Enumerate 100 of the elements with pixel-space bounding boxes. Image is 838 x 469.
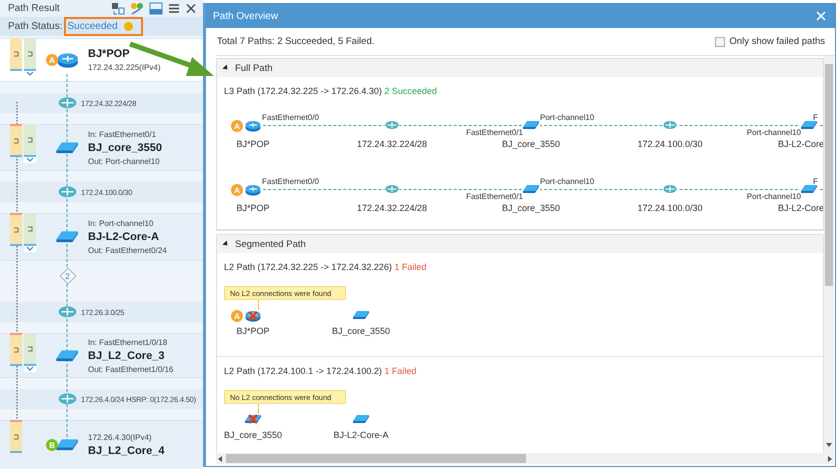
l2-tag-icon[interactable]	[24, 124, 36, 157]
interface-label: 172.24.32.225(IPv4)	[88, 63, 160, 72]
path-title: L3 Path (172.24.32.225 -> 172.26.4.30)	[224, 86, 383, 96]
switch-icon	[55, 230, 80, 244]
switch-icon	[55, 438, 80, 452]
node-badge: A	[231, 184, 243, 196]
chevron-down-icon[interactable]	[24, 366, 36, 372]
node-name: BJ_core_3550	[500, 139, 562, 149]
interface-label: Port-channel10	[540, 177, 594, 186]
interface-label: In: Port-channel10	[88, 219, 154, 228]
node-name: BJ*POP	[235, 203, 270, 213]
vertical-scrollbar[interactable]	[824, 56, 834, 453]
path-title: L2 Path (172.24.100.1 -> 172.24.100.2)	[224, 366, 383, 376]
node-badge: A	[46, 54, 58, 66]
caret-icon[interactable]	[222, 64, 230, 72]
caret-icon[interactable]	[222, 240, 230, 248]
device-name: BJ_L2_Core_3	[88, 350, 166, 362]
interface-label: FastEthernet0/1	[466, 128, 523, 137]
interface-label: Out: FastEthernet1/0/16	[88, 364, 174, 374]
network-icon	[58, 305, 77, 319]
pin-icon[interactable]	[130, 2, 144, 15]
node-name: 172.24.100.0/30	[636, 203, 704, 213]
node-badge: B	[46, 439, 58, 451]
network-icon	[58, 96, 77, 110]
close-icon[interactable]	[185, 2, 197, 15]
l2-tag-icon[interactable]	[24, 333, 36, 366]
summary-text: Total 7 Paths: 2 Succeeded, 5 Failed.	[217, 36, 374, 47]
log-icon[interactable]	[149, 2, 163, 15]
interface-label: F	[813, 113, 818, 122]
l3-tag-icon[interactable]	[10, 213, 22, 246]
interface-label: FastEthernet0/0	[262, 113, 319, 122]
scroll-thumb[interactable]	[226, 454, 526, 463]
window-title: Path Overview	[213, 10, 278, 22]
chevron-down-icon[interactable]	[24, 157, 36, 163]
network-icon	[385, 184, 399, 194]
section-header[interactable]: Segmented Path	[217, 235, 823, 253]
interface-label: In: FastEthernet1/0/18	[88, 338, 168, 346]
path-result: 2 Succeeded	[384, 86, 437, 96]
node-badge: A	[231, 120, 243, 132]
switch-icon	[55, 140, 80, 154]
l3-tag-icon[interactable]	[10, 333, 22, 366]
leader-line	[258, 300, 259, 310]
menu-icon[interactable]	[168, 2, 180, 15]
l2-tag-icon[interactable]	[24, 213, 36, 246]
network-icon	[58, 392, 77, 406]
status-label: Path Status:	[8, 21, 62, 32]
node-name: BJ_core_3550	[224, 430, 284, 440]
node-name: 172.24.100.0/30	[636, 139, 704, 149]
network-icon	[385, 120, 399, 130]
path-result: 1 Failed	[384, 366, 416, 376]
interface-label: Port-channel10	[746, 192, 801, 201]
network-icon	[663, 120, 677, 130]
interface-label: FastEthernet0/0	[262, 177, 319, 186]
router-icon	[245, 184, 261, 196]
router-icon	[245, 120, 261, 132]
switch-icon	[55, 348, 80, 362]
scroll-thumb[interactable]	[825, 64, 833, 286]
switch-icon	[522, 120, 540, 130]
switch-icon	[522, 184, 540, 194]
node-name: BJ-L2-Core-A	[332, 430, 390, 440]
checkbox[interactable]	[715, 36, 726, 46]
l2-tag-icon[interactable]	[24, 38, 36, 71]
hop-row[interactable]: In: FastEthernet0/1 BJ_core_3550 Out: Port-channel10	[0, 124, 203, 171]
panel-title: Path Result	[8, 3, 60, 14]
status-value: Succeeded	[67, 21, 118, 32]
node-name: BJ*POP	[235, 326, 270, 336]
node-name: BJ_core_3550	[500, 203, 562, 213]
l3-tag-icon[interactable]	[10, 38, 22, 71]
switch-icon	[800, 120, 818, 130]
hop-row[interactable]: A BJ*POP 172.24.32.225(IPv4)	[0, 38, 203, 82]
device-name: BJ-L2-Core-A	[88, 231, 160, 243]
interface-label: In: FastEthernet0/1	[88, 130, 158, 138]
chevron-down-icon[interactable]	[24, 246, 36, 252]
interface-label: Port-channel10	[540, 113, 594, 122]
device-name: BJ_core_3550	[88, 142, 162, 154]
device-name: BJ*POP	[88, 48, 131, 60]
warning-icon	[124, 22, 133, 31]
section-title: Segmented Path	[235, 238, 306, 250]
interface-label: Port-channel10	[746, 128, 801, 137]
section-header[interactable]: Full Path	[217, 59, 823, 77]
network-icon	[58, 185, 77, 199]
scroll-down-icon[interactable]	[825, 441, 833, 449]
interface-label: Out: Port-channel10	[88, 156, 161, 166]
translate-icon[interactable]	[111, 2, 125, 15]
node-name: BJ_core_3550	[330, 326, 392, 336]
interface-label: 172.26.4.30(IPv4)	[88, 433, 153, 442]
path-result: 1 Failed	[394, 262, 426, 272]
l3-tag-icon[interactable]	[10, 124, 22, 157]
switch-icon	[800, 184, 818, 194]
network-icon	[663, 184, 677, 194]
l3-tag-icon[interactable]	[10, 420, 22, 453]
horizontal-scrollbar[interactable]	[216, 453, 834, 464]
hop-row[interactable]: In: FastEthernet1/0/18 BJ_L2_Core_3 Out: FastEthernet1/0/16	[0, 333, 203, 378]
node-name: BJ*POP	[235, 139, 270, 149]
checkbox-label[interactable]: Only show failed paths	[729, 36, 825, 47]
hop-row[interactable]: B 172.26.4.30(IPv4) BJ_L2_Core_4	[0, 420, 203, 469]
hop-row[interactable]: In: Port-channel10 BJ-L2-Core-A Out: FastEthernet0/24	[0, 213, 203, 261]
leader-line	[258, 404, 259, 414]
interface-label: Out: FastEthernet0/24	[88, 246, 167, 255]
node-name: 172.24.32.224/28	[356, 139, 428, 149]
